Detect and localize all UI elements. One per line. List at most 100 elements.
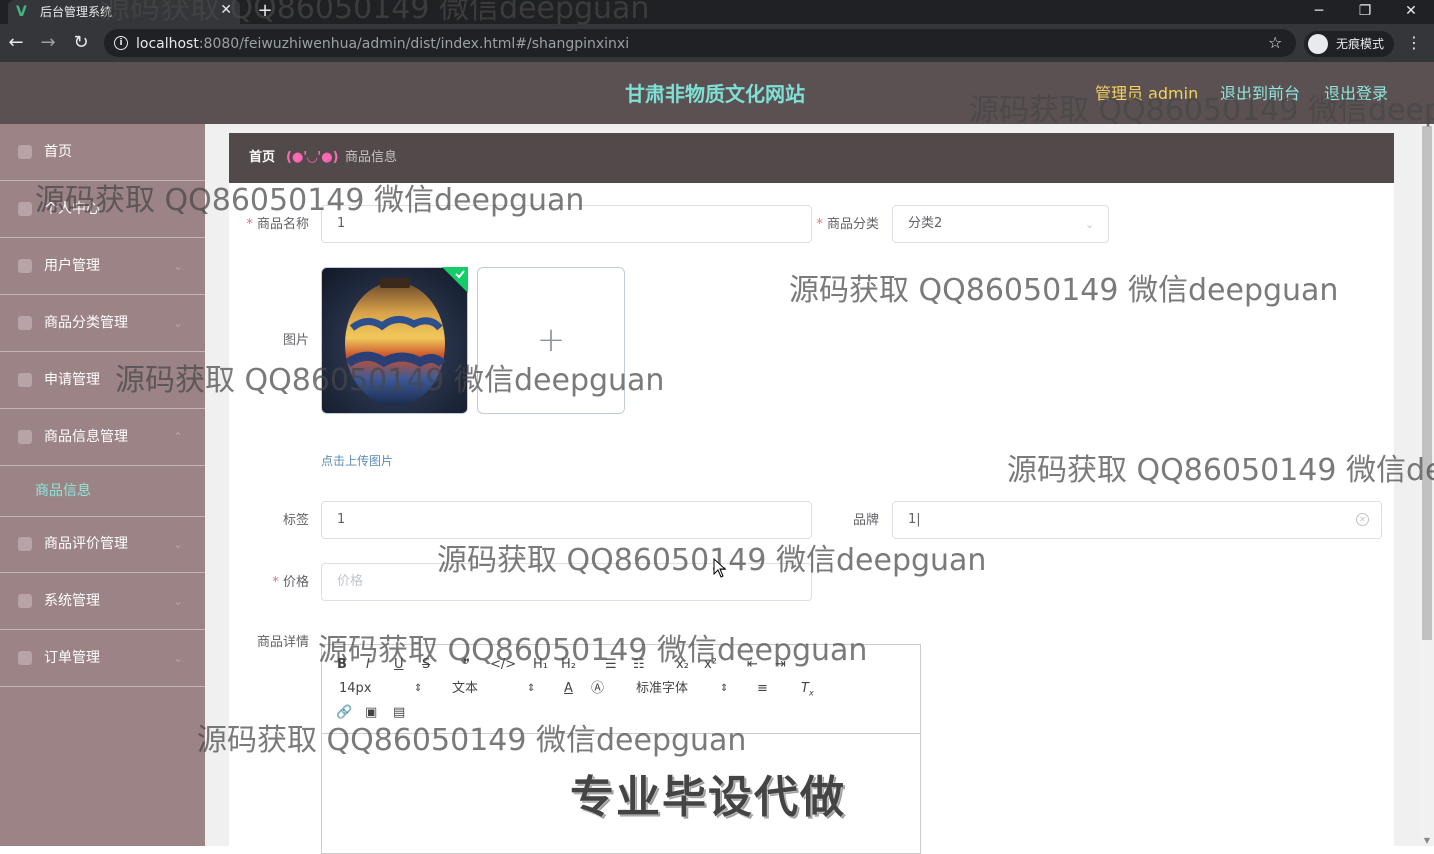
font-size-select[interactable]: 14px	[339, 681, 372, 697]
power-icon	[18, 259, 32, 273]
admin-label: 管理员 admin	[1095, 84, 1199, 103]
chevron-down-icon: ⌄	[172, 373, 183, 387]
code-icon[interactable]: </>	[490, 657, 516, 673]
bold-icon[interactable]: B	[337, 657, 347, 673]
sidebar-subitem-product-info[interactable]: 商品信息	[0, 466, 205, 517]
scrollbar-thumb[interactable]	[1422, 126, 1432, 640]
image-icon[interactable]: ▣	[365, 705, 377, 721]
product-name-input[interactable]: 1	[321, 205, 812, 243]
indent-icon[interactable]: ⇥	[775, 657, 786, 673]
sidebar-item-users[interactable]: 用户管理 ⌄	[0, 238, 205, 295]
chevron-up-icon: ⌃	[172, 430, 183, 444]
sidebar-item-applications[interactable]: 申请管理 ⌄	[0, 352, 205, 409]
monitor-icon	[18, 373, 32, 387]
chevron-down-icon: ⌄	[172, 316, 183, 330]
minimize-icon[interactable]: ─	[1296, 0, 1342, 24]
breadcrumb-separator: (●'◡'●)	[286, 150, 339, 165]
site-title: 甘肃非物质文化网站	[625, 82, 805, 106]
quote-icon[interactable]: ❞	[463, 657, 470, 673]
incognito-icon	[1308, 34, 1328, 54]
info-icon[interactable]: i	[114, 36, 128, 50]
chevron-down-icon: ⌄	[172, 537, 183, 551]
copy-icon	[18, 651, 32, 665]
editor-toolbar-divider	[322, 733, 920, 734]
tag-input[interactable]: 1	[321, 501, 812, 539]
url-text[interactable]: localhost:8080/feiwuzhiwenhua/admin/dist…	[136, 35, 629, 53]
brand-input[interactable]: 1|	[892, 501, 1382, 539]
restore-icon[interactable]: ❐	[1342, 0, 1388, 24]
clock-icon	[18, 430, 32, 444]
user-icon	[18, 202, 32, 216]
detail-label: 商品详情	[256, 635, 309, 650]
upload-tip: 点击上传图片	[321, 454, 394, 468]
sidebar-item-reviews[interactable]: 商品评价管理 ⌄	[0, 516, 205, 573]
plus-icon: +	[536, 320, 566, 360]
stamp-text: 专业毕设代做	[570, 772, 846, 823]
italic-icon[interactable]: I	[366, 657, 370, 673]
underline-icon[interactable]: U	[394, 657, 404, 673]
clear-input-icon[interactable]: ✕	[1356, 513, 1369, 526]
sidebar-item-system[interactable]: 系统管理 ⌄	[0, 573, 205, 630]
vue-favicon-icon: V	[16, 4, 27, 20]
forward-icon[interactable]: →	[38, 34, 58, 52]
product-category-label: * 商品分类	[816, 217, 879, 232]
align-icon[interactable]: ≡	[757, 681, 768, 697]
select-arrows-icon: ⇕	[527, 683, 536, 694]
edit-icon	[18, 316, 32, 330]
bullet-list-icon[interactable]: ☷	[633, 657, 645, 673]
close-tab-icon[interactable]: ✕	[220, 2, 232, 18]
new-tab-button[interactable]: +	[256, 1, 274, 21]
clear-format-icon[interactable]: Tx	[801, 681, 814, 702]
reload-icon[interactable]: ↻	[71, 34, 91, 52]
header-select[interactable]: 文本	[452, 681, 478, 697]
outdent-icon[interactable]: ⇤	[747, 657, 758, 673]
bookmark-star-icon[interactable]: ☆	[1268, 34, 1282, 52]
image-label: 图片	[282, 333, 309, 348]
subscript-icon[interactable]: x₂	[676, 657, 689, 673]
back-icon[interactable]: ←	[6, 34, 26, 52]
sidebar-item-categories[interactable]: 商品分类管理 ⌄	[0, 295, 205, 352]
crop-icon	[18, 537, 32, 551]
h2-icon[interactable]: H₂	[561, 657, 576, 673]
sidebar-item-orders[interactable]: 订单管理 ⌄	[0, 630, 205, 687]
font-color-icon[interactable]: A	[564, 681, 573, 697]
h1-icon[interactable]: H₁	[533, 657, 548, 673]
breadcrumb	[229, 133, 1394, 183]
chevron-down-icon: ⌄	[1085, 218, 1095, 231]
mouse-cursor-icon	[713, 558, 727, 578]
breadcrumb-current: 商品信息	[345, 150, 398, 165]
brand-label: 品牌	[852, 513, 879, 528]
browser-tab[interactable]: V 后台管理系统 ✕	[8, 0, 240, 24]
price-input[interactable]: 价格	[321, 563, 812, 601]
ordered-list-icon[interactable]: ☰	[605, 657, 617, 673]
scroll-down-icon[interactable]: ▼	[1422, 836, 1432, 846]
chevron-down-icon: ⌄	[172, 594, 183, 608]
tab-title: 后台管理系统	[40, 5, 113, 19]
logout-link[interactable]: 退出登录	[1324, 84, 1388, 104]
sidebar: 首页 个人中心 用户管理 ⌄ 商品分类管理 ⌄ 申请管理 ⌄ 商品信息管理 ⌃ …	[0, 124, 205, 846]
system-icon	[18, 594, 32, 608]
product-category-select[interactable]: 分类2	[892, 205, 1109, 243]
tag-label: 标签	[282, 513, 309, 528]
chevron-down-icon: ⌄	[172, 651, 183, 665]
close-window-icon[interactable]: ✕	[1388, 0, 1434, 24]
superscript-icon[interactable]: x²	[704, 657, 717, 673]
sidebar-item-profile[interactable]: 个人中心	[0, 181, 205, 238]
select-arrows-icon: ⇕	[720, 683, 729, 694]
link-icon[interactable]: 🔗	[336, 705, 352, 721]
product-name-label: * 商品名称	[246, 217, 309, 232]
home-icon	[18, 145, 32, 159]
browser-menu-icon[interactable]: ⋮	[1406, 33, 1422, 53]
price-label: * 价格	[272, 575, 309, 590]
breadcrumb-home[interactable]: 首页	[249, 149, 275, 167]
sidebar-item-products[interactable]: 商品信息管理 ⌃	[0, 409, 205, 466]
incognito-badge[interactable]: 无痕模式	[1304, 31, 1394, 57]
font-family-select[interactable]: 标准字体	[636, 681, 688, 697]
background-color-icon[interactable]: Ⓐ	[591, 681, 604, 697]
select-arrows-icon: ⇕	[414, 683, 423, 694]
video-icon[interactable]: ▤	[393, 705, 405, 721]
exit-to-frontend-link[interactable]: 退出到前台	[1220, 84, 1300, 104]
strike-icon[interactable]: S	[422, 657, 430, 673]
sidebar-item-home[interactable]: 首页	[0, 124, 205, 181]
chevron-down-icon: ⌄	[172, 259, 183, 273]
